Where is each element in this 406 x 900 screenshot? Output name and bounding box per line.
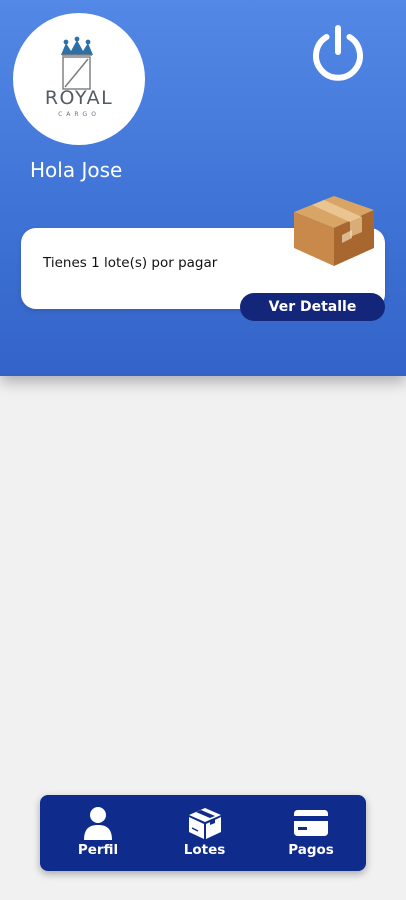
power-icon[interactable] — [306, 22, 370, 86]
svg-text:CARGO: CARGO — [58, 111, 100, 118]
logo-badge: ROYAL CARGO — [13, 13, 145, 145]
credit-card-icon — [294, 810, 328, 836]
box-icon — [188, 808, 221, 839]
header-banner: ROYAL CARGO Hola Jose Tienes 1 lote(s) p… — [0, 0, 406, 376]
nav-item-pagos[interactable]: Pagos — [278, 795, 344, 871]
person-icon — [84, 807, 112, 840]
cardboard-box-icon — [294, 196, 374, 266]
svg-text:ROYAL: ROYAL — [45, 87, 113, 109]
bottom-navigation: Perfil Lotes Pagos — [40, 795, 366, 871]
nav-item-perfil[interactable]: Perfil — [65, 795, 131, 871]
nav-label-perfil: Perfil — [77, 842, 119, 858]
nav-label-lotes: Lotes — [183, 842, 226, 858]
greeting-text: Hola Jose — [30, 158, 123, 182]
pending-lots-message: Tienes 1 lote(s) por pagar — [43, 255, 218, 271]
crown-icon — [61, 36, 93, 55]
royal-cargo-logo: ROYAL CARGO — [45, 36, 113, 118]
view-detail-button[interactable]: Ver Detalle — [240, 293, 385, 321]
nav-label-pagos: Pagos — [288, 842, 334, 858]
nav-item-lotes[interactable]: Lotes — [172, 795, 238, 871]
